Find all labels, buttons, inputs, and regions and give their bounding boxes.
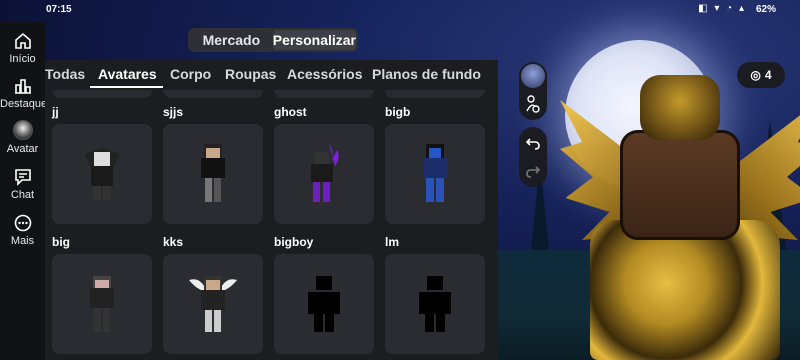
outfit-card[interactable]: kks — [163, 234, 263, 354]
status-icons: ◧ ▾ ◔ ▴ — [698, 3, 746, 14]
outfit-thumbnail — [52, 124, 152, 224]
outfit-card[interactable]: sjjs — [163, 104, 263, 224]
avatar-controls-top — [519, 62, 547, 120]
avatar-head — [640, 75, 720, 140]
outfit-thumbnail — [163, 124, 263, 224]
redo-icon[interactable] — [525, 163, 541, 179]
battery-level: 62% — [755, 4, 776, 15]
outfit-thumbnail — [274, 254, 374, 354]
chart-icon — [14, 79, 31, 94]
tab-backgrounds[interactable]: Planos de fundo — [372, 66, 481, 82]
outfit-card[interactable]: bigboy — [274, 234, 374, 354]
nav-label: Início — [9, 53, 36, 65]
undo-icon[interactable] — [525, 135, 541, 151]
outfit-name: bigboy — [274, 235, 314, 249]
nav-item-avatar[interactable]: Avatar — [0, 120, 45, 155]
outfit-name: bigb — [385, 105, 411, 119]
outfit-card[interactable]: big — [52, 234, 152, 354]
status-time: 07:15 — [46, 4, 72, 15]
nav-item-home[interactable]: Início — [0, 32, 45, 65]
tab-accessories[interactable]: Acessórios — [287, 66, 362, 82]
active-tab-indicator — [90, 86, 163, 88]
previous-row-card — [163, 90, 263, 98]
outfit-grid: jj sjjs ghost bigb big kks bigboy lm — [45, 90, 498, 360]
avatar-icon — [12, 120, 33, 140]
avatar-thumbnail — [90, 276, 114, 332]
nav-item-more[interactable]: Mais — [0, 214, 45, 247]
outfit-thumbnail — [385, 254, 485, 354]
outfit-card[interactable]: bigb — [385, 104, 485, 224]
outfit-thumbnail — [274, 124, 374, 224]
undo-redo-controls — [519, 127, 547, 187]
chat-icon — [14, 169, 31, 186]
home-icon — [14, 32, 31, 49]
item-count-pill[interactable]: ◎ 4 — [737, 62, 785, 88]
avatar-pants — [590, 220, 780, 360]
avatar-thumbnail — [201, 144, 225, 202]
outfit-name: kks — [163, 235, 184, 249]
nav-item-highlights[interactable]: Destaques — [0, 77, 53, 110]
avatar-thumbnail — [423, 144, 447, 202]
outfit-name: jj — [52, 105, 59, 119]
status-bar: 07:15 ◧ ▾ ◔ ▴ 62% — [0, 0, 800, 20]
avatar-thumbnail — [189, 276, 237, 332]
avatar-silhouette — [308, 276, 340, 332]
tab-all[interactable]: Todas — [45, 66, 85, 82]
avatar-editor-panel: Todas Avatares Corpo Roupas Acessórios P… — [45, 60, 498, 360]
market-toggle-button[interactable]: Mercado — [190, 30, 273, 50]
stack-icon: ◎ — [750, 68, 761, 82]
previous-row-card — [385, 90, 485, 98]
nav-label: Mais — [10, 235, 35, 247]
nav-label: Chat — [10, 189, 35, 201]
outfit-name: lm — [385, 235, 400, 249]
item-count: 4 — [764, 68, 772, 82]
outfit-name: big — [52, 235, 70, 249]
nav-label: Avatar — [6, 143, 39, 155]
avatar-thumbnail — [85, 148, 119, 200]
tab-body[interactable]: Corpo — [170, 66, 211, 82]
tab-avatars[interactable]: Avatares — [98, 66, 157, 82]
avatar-headshot-button[interactable] — [521, 64, 545, 88]
outfit-card[interactable]: jj — [52, 104, 152, 224]
left-nav-rail: Início Destaques Avatar Chat Mais — [0, 22, 53, 360]
outfit-thumbnail — [163, 254, 263, 354]
outfit-name: sjjs — [163, 105, 184, 119]
nav-item-chat[interactable]: Chat — [0, 168, 45, 201]
outfit-name: ghost — [274, 105, 307, 119]
outfit-card[interactable]: lm — [385, 234, 485, 354]
mode-toggle: Mercado Personalizar — [188, 28, 358, 52]
category-tabs: Todas Avatares Corpo Roupas Acessórios P… — [45, 60, 498, 90]
outfit-card[interactable]: ghost — [274, 104, 374, 224]
more-icon — [14, 214, 31, 232]
tab-clothing[interactable]: Roupas — [225, 66, 276, 82]
avatar-3d-figure[interactable] — [560, 70, 800, 360]
avatar-torso — [620, 130, 740, 240]
previous-row-card — [274, 90, 374, 98]
avatar-settings-icon[interactable] — [525, 94, 541, 114]
customize-toggle-button[interactable]: Personalizar — [272, 30, 356, 50]
previous-row-card — [52, 90, 152, 98]
avatar-silhouette — [419, 276, 451, 332]
outfit-thumbnail — [52, 254, 152, 354]
outfit-thumbnail — [385, 124, 485, 224]
avatar-thumbnail — [311, 144, 339, 202]
